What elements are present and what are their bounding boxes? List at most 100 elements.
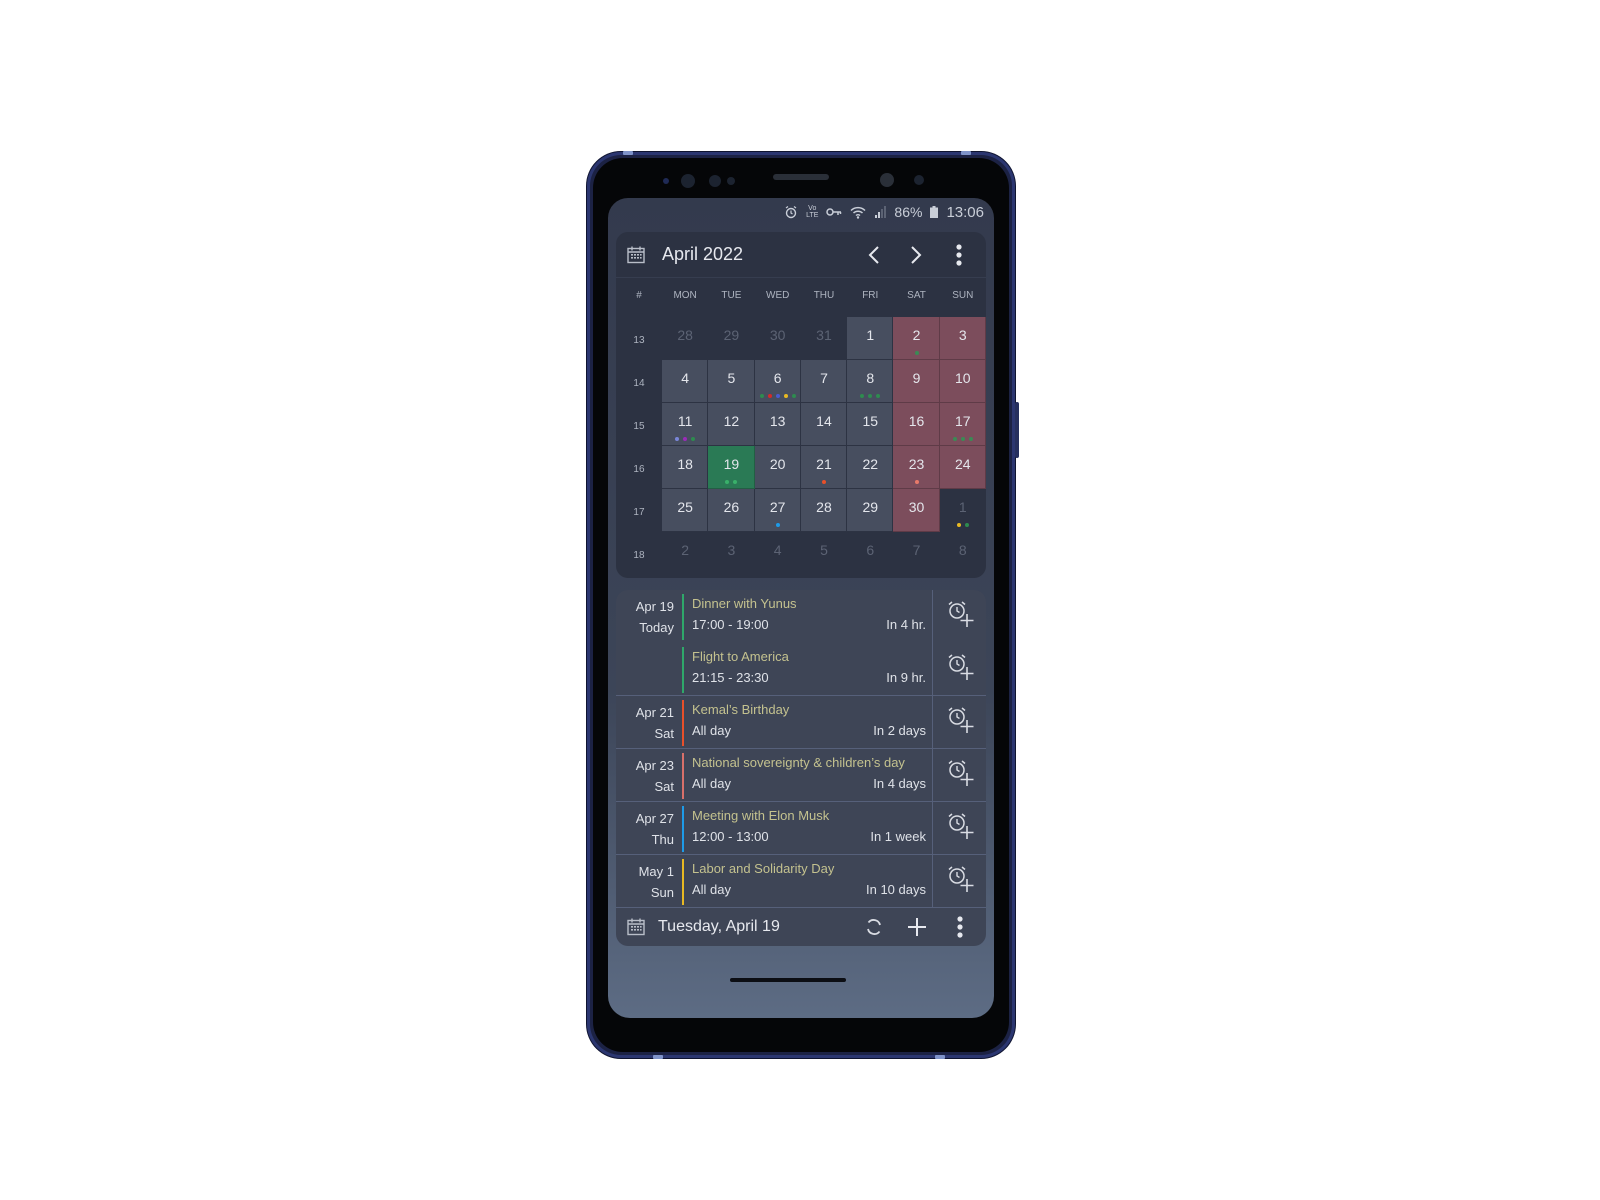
calendar-day[interactable]: 29: [847, 489, 894, 532]
calendar-day[interactable]: 4: [755, 532, 801, 575]
calendar-day[interactable]: 26: [708, 489, 755, 532]
agenda-event[interactable]: Flight to America 21:15 - 23:30 In 9 hr.: [616, 643, 986, 696]
status-bar: Vo LTE 86% 13:06: [784, 202, 984, 222]
calendar-day[interactable]: 6: [847, 532, 893, 575]
agenda-widget: Apr 19 Today Dinner with Yunus 17:00 - 1…: [616, 590, 986, 946]
add-reminder-icon[interactable]: [946, 706, 974, 736]
calendar-day[interactable]: 31: [801, 317, 847, 360]
calendar-day[interactable]: 21: [800, 446, 848, 489]
side-button: [1015, 402, 1019, 458]
calendar-day[interactable]: 3: [708, 532, 754, 575]
event-color-bar: [682, 859, 684, 905]
event-indicators: [755, 523, 801, 527]
calendar-day[interactable]: 13: [754, 403, 801, 446]
battery-icon: [930, 206, 939, 218]
calendar-week-row: 16 18 19 20 21 22 23 24: [616, 446, 986, 489]
event-color-bar: [682, 647, 684, 693]
calendar-day[interactable]: 10: [939, 360, 986, 403]
event-title: Labor and Solidarity Day: [692, 861, 835, 876]
calendar-icon[interactable]: [626, 917, 646, 937]
add-reminder-icon[interactable]: [946, 759, 974, 789]
day-number: 6: [773, 370, 782, 386]
calendar-day[interactable]: 7: [893, 532, 939, 575]
divider: [932, 643, 933, 696]
home-indicator[interactable]: [730, 978, 846, 982]
add-reminder-icon[interactable]: [946, 812, 974, 842]
prev-month-button[interactable]: [861, 242, 887, 268]
day-number: 7: [912, 542, 921, 558]
calendar-day[interactable]: 16: [893, 403, 940, 446]
calendar-day[interactable]: 27: [754, 489, 801, 532]
event-dot: [725, 480, 730, 484]
event-title: Kemal’s Birthday: [692, 702, 790, 717]
add-event-button[interactable]: [904, 914, 930, 940]
calendar-day[interactable]: 8: [940, 532, 986, 575]
calendar-day[interactable]: 2: [662, 532, 708, 575]
calendar-day[interactable]: 8: [847, 360, 894, 403]
calendar-day[interactable]: 15: [847, 403, 894, 446]
day-number: 7: [820, 370, 828, 386]
agenda-event[interactable]: Apr 21 Sat Kemal’s Birthday All day In 2…: [616, 696, 986, 749]
calendar-menu-button[interactable]: [946, 242, 972, 268]
calendar-day[interactable]: 6: [754, 360, 801, 403]
calendar-day[interactable]: 30: [893, 489, 940, 532]
calendar-day[interactable]: 28: [662, 317, 708, 360]
event-date: Apr 19 Today: [636, 596, 674, 638]
calendar-day-today[interactable]: 19: [708, 446, 755, 489]
day-number: 5: [727, 370, 736, 386]
agenda-event[interactable]: Apr 23 Sat National sovereignty & childr…: [616, 749, 986, 802]
day-number: 1: [866, 327, 875, 343]
event-dot: [759, 394, 764, 398]
calendar-day[interactable]: 1: [940, 489, 986, 532]
calendar-day[interactable]: 17: [939, 403, 986, 446]
sensor-icon: [914, 175, 924, 185]
calendar-day[interactable]: 7: [800, 360, 848, 403]
calendar-day[interactable]: 22: [847, 446, 894, 489]
calendar-icon[interactable]: [626, 245, 646, 265]
day-number: 28: [816, 499, 832, 515]
calendar-day[interactable]: 23: [893, 446, 940, 489]
month-title[interactable]: April 2022: [662, 244, 743, 265]
day-number: 19: [723, 456, 740, 472]
calendar-day[interactable]: 30: [755, 317, 801, 360]
calendar-day[interactable]: 9: [893, 360, 940, 403]
day-number: 12: [723, 413, 740, 429]
calendar-day[interactable]: 20: [754, 446, 801, 489]
calendar-day[interactable]: 3: [939, 317, 986, 360]
refresh-icon: [867, 919, 881, 935]
calendar-day[interactable]: 2: [893, 317, 940, 360]
add-reminder-icon[interactable]: [946, 600, 974, 630]
add-reminder-icon[interactable]: [946, 865, 974, 895]
agenda-event[interactable]: Apr 27 Thu Meeting with Elon Musk 12:00 …: [616, 802, 986, 855]
calendar-day[interactable]: 25: [661, 489, 709, 532]
refresh-button[interactable]: [861, 914, 887, 940]
weekday-label: WED: [766, 290, 790, 301]
agenda-menu-button[interactable]: [947, 914, 973, 940]
calendar-day[interactable]: 24: [939, 446, 986, 489]
agenda-event[interactable]: May 1 Sun Labor and Solidarity Day All d…: [616, 855, 986, 908]
calendar-day[interactable]: 29: [708, 317, 754, 360]
add-reminder-icon[interactable]: [946, 653, 974, 683]
event-indicators: [847, 394, 893, 398]
calendar-day[interactable]: 28: [800, 489, 848, 532]
week-number-header: #: [636, 290, 642, 301]
calendar-day[interactable]: 1: [847, 317, 894, 360]
event-date-label: May 1: [638, 864, 674, 879]
volte-bottom: LTE: [806, 212, 819, 219]
calendar-day[interactable]: 14: [800, 403, 848, 446]
calendar-day[interactable]: 12: [708, 403, 755, 446]
calendar-day[interactable]: 11: [661, 403, 709, 446]
day-number: 21: [816, 456, 832, 472]
event-day-label: Sat: [654, 726, 674, 741]
event-dot: [860, 394, 865, 398]
agenda-event[interactable]: Apr 19 Today Dinner with Yunus 17:00 - 1…: [616, 590, 986, 643]
event-dot: [767, 394, 772, 398]
calendar-day[interactable]: 18: [661, 446, 709, 489]
calendar-day[interactable]: 5: [708, 360, 755, 403]
month-calendar-widget: April 2022 # MON TUE WED THU FRI SAT SUN…: [616, 232, 986, 578]
calendar-day[interactable]: 5: [801, 532, 847, 575]
calendar-day[interactable]: 4: [661, 360, 709, 403]
selected-date-title[interactable]: Tuesday, April 19: [658, 918, 780, 936]
agenda-footer: Tuesday, April 19: [616, 908, 986, 946]
next-month-button[interactable]: [903, 242, 929, 268]
